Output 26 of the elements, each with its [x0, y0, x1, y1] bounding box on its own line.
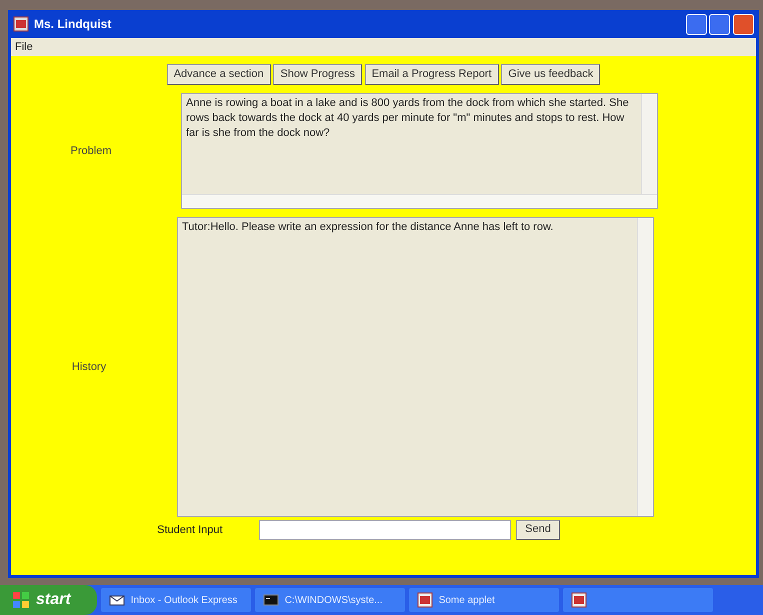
taskbar-button[interactable]	[562, 588, 713, 612]
problem-label: Problem	[70, 144, 112, 159]
horizontal-scrollbar[interactable]	[182, 194, 657, 208]
console-icon	[262, 592, 279, 608]
minimize-button[interactable]	[686, 14, 706, 34]
vertical-scrollbar[interactable]	[637, 218, 653, 516]
student-input-field[interactable]	[258, 520, 511, 540]
start-button[interactable]: start	[0, 585, 97, 615]
applet-icon	[416, 592, 433, 608]
app-icon	[13, 16, 29, 32]
toolbar-button[interactable]: Advance a section	[166, 64, 271, 86]
toolbar-button[interactable]: Give us feedback	[501, 64, 600, 86]
menu-item[interactable]: File	[15, 38, 33, 56]
toolbar-button[interactable]: Email a Progress Report	[364, 64, 499, 86]
windows-logo-icon	[12, 591, 30, 609]
problem-text: Anne is rowing a boat in a lake and is 800 yards from the dock from which she started. She rows back towards the dock at 40 yards per minute for "m" minutes and stops to rest. How far is she from the dock now?	[185, 96, 630, 141]
close-button[interactable]	[733, 14, 754, 34]
maximize-button[interactable]	[709, 14, 730, 34]
window-title: Ms. Lindquist	[34, 16, 112, 33]
applet-icon	[570, 592, 587, 608]
student-input-label: Student Input	[157, 522, 224, 538]
history-text: Tutor:Hello. Please write an expression for the distance Anne has left to row.	[181, 220, 554, 236]
history-label: History	[70, 360, 108, 375]
vertical-scrollbar[interactable]	[641, 94, 657, 194]
toolbar-button[interactable]: Show Progress	[273, 64, 362, 86]
send-button[interactable]: Send	[516, 520, 560, 540]
